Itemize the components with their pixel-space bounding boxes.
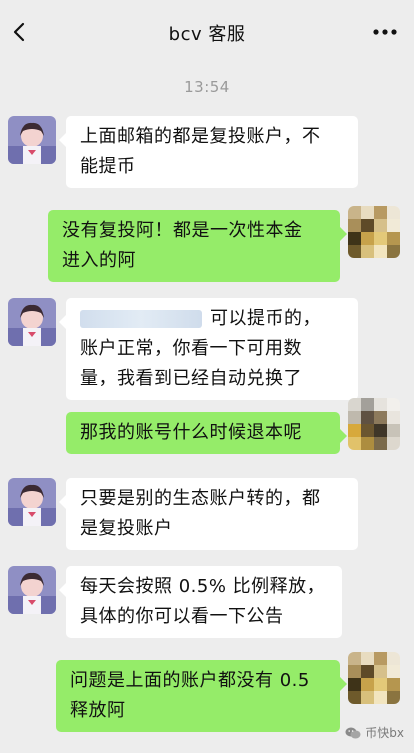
agent-avatar[interactable]	[8, 566, 56, 614]
message-line: 能提币	[80, 156, 136, 177]
message-line: 账户正常，你看一下可用数	[80, 338, 302, 359]
message-line: 是复投账户	[80, 518, 173, 539]
message-line: 那我的账号什么时候退本呢	[80, 422, 302, 443]
message-timestamp: 13:54	[184, 78, 230, 96]
message-bubble-outgoing[interactable]: 没有复投阿！都是一次性本金 进入的阿	[48, 210, 347, 282]
chat-title: bcv 客服	[168, 24, 246, 45]
message-bubble-outgoing[interactable]: 那我的账号什么时候退本呢	[66, 412, 347, 454]
message-line: 可以提币的，	[210, 308, 321, 329]
redacted-text	[80, 310, 202, 328]
agent-avatar[interactable]	[8, 478, 56, 526]
wechat-icon	[345, 727, 361, 738]
agent-avatar[interactable]	[8, 116, 56, 164]
more-options-icon[interactable]	[370, 22, 400, 42]
watermark: 币快bx	[345, 724, 404, 741]
message-bubble-incoming[interactable]: 只要是别的生态账户转的，都 是复投账户	[59, 478, 358, 550]
message-line: 进入的阿	[62, 250, 136, 271]
agent-avatar[interactable]	[8, 298, 56, 346]
nav-bar: bcv 客服	[0, 0, 414, 64]
user-avatar[interactable]	[348, 206, 400, 258]
message-line: 具体的你可以看一下公告	[80, 606, 284, 627]
message-line: 每天会按照 0.5% 比例释放，	[80, 576, 326, 597]
message-bubble-incoming[interactable]: 每天会按照 0.5% 比例释放， 具体的你可以看一下公告	[59, 566, 342, 638]
message-line: 只要是别的生态账户转的，都	[80, 488, 321, 509]
message-line: 上面邮箱的都是复投账户，不	[80, 126, 321, 147]
watermark-text: 币快bx	[365, 726, 404, 740]
message-bubble-incoming[interactable]: 可以提币的， 账户正常，你看一下可用数 量，我看到已经自动兑换了	[59, 298, 358, 400]
message-line: 量，我看到已经自动兑换了	[80, 368, 302, 389]
message-line: 问题是上面的账户都没有 0.5	[70, 670, 310, 691]
user-avatar[interactable]	[348, 398, 400, 450]
message-bubble-outgoing[interactable]: 问题是上面的账户都没有 0.5 释放阿	[56, 660, 347, 732]
message-line: 释放阿	[70, 700, 126, 721]
message-bubble-incoming[interactable]: 上面邮箱的都是复投账户，不 能提币	[59, 116, 358, 188]
message-line: 没有复投阿！都是一次性本金	[62, 220, 303, 241]
user-avatar[interactable]	[348, 652, 400, 704]
